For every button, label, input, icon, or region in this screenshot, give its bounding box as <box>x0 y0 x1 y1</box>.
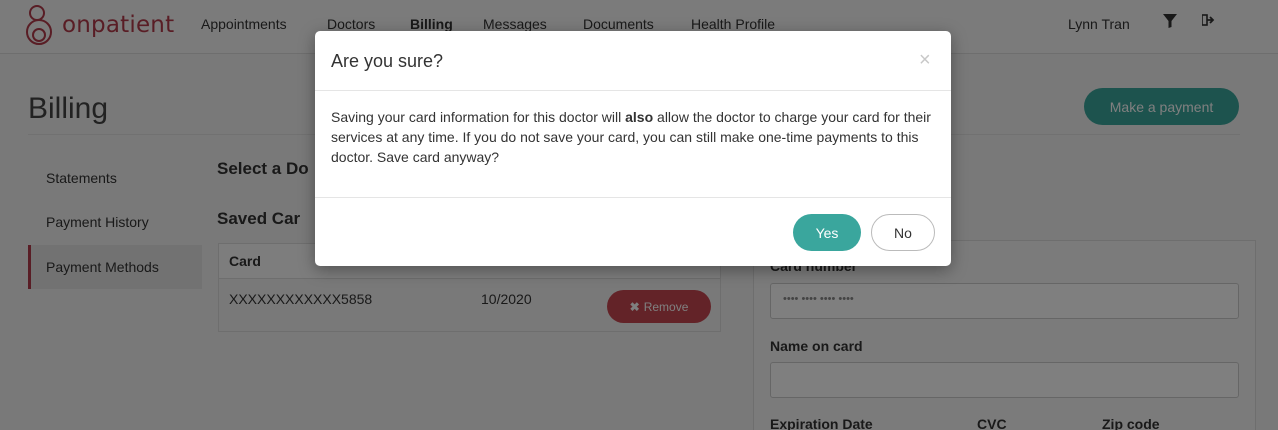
yes-button[interactable]: Yes <box>793 214 861 251</box>
dialog-footer: Yes No <box>315 197 951 266</box>
no-button[interactable]: No <box>871 214 935 251</box>
dialog-message-emphasis: also <box>625 109 654 125</box>
dialog-header: Are you sure? × <box>315 31 951 91</box>
close-icon[interactable]: × <box>919 49 931 72</box>
dialog-message-text: Saving your card information for this do… <box>331 109 626 125</box>
confirm-dialog: Are you sure? × Saving your card informa… <box>315 31 951 266</box>
dialog-title: Are you sure? <box>331 51 444 71</box>
dialog-message: Saving your card information for this do… <box>331 107 941 167</box>
